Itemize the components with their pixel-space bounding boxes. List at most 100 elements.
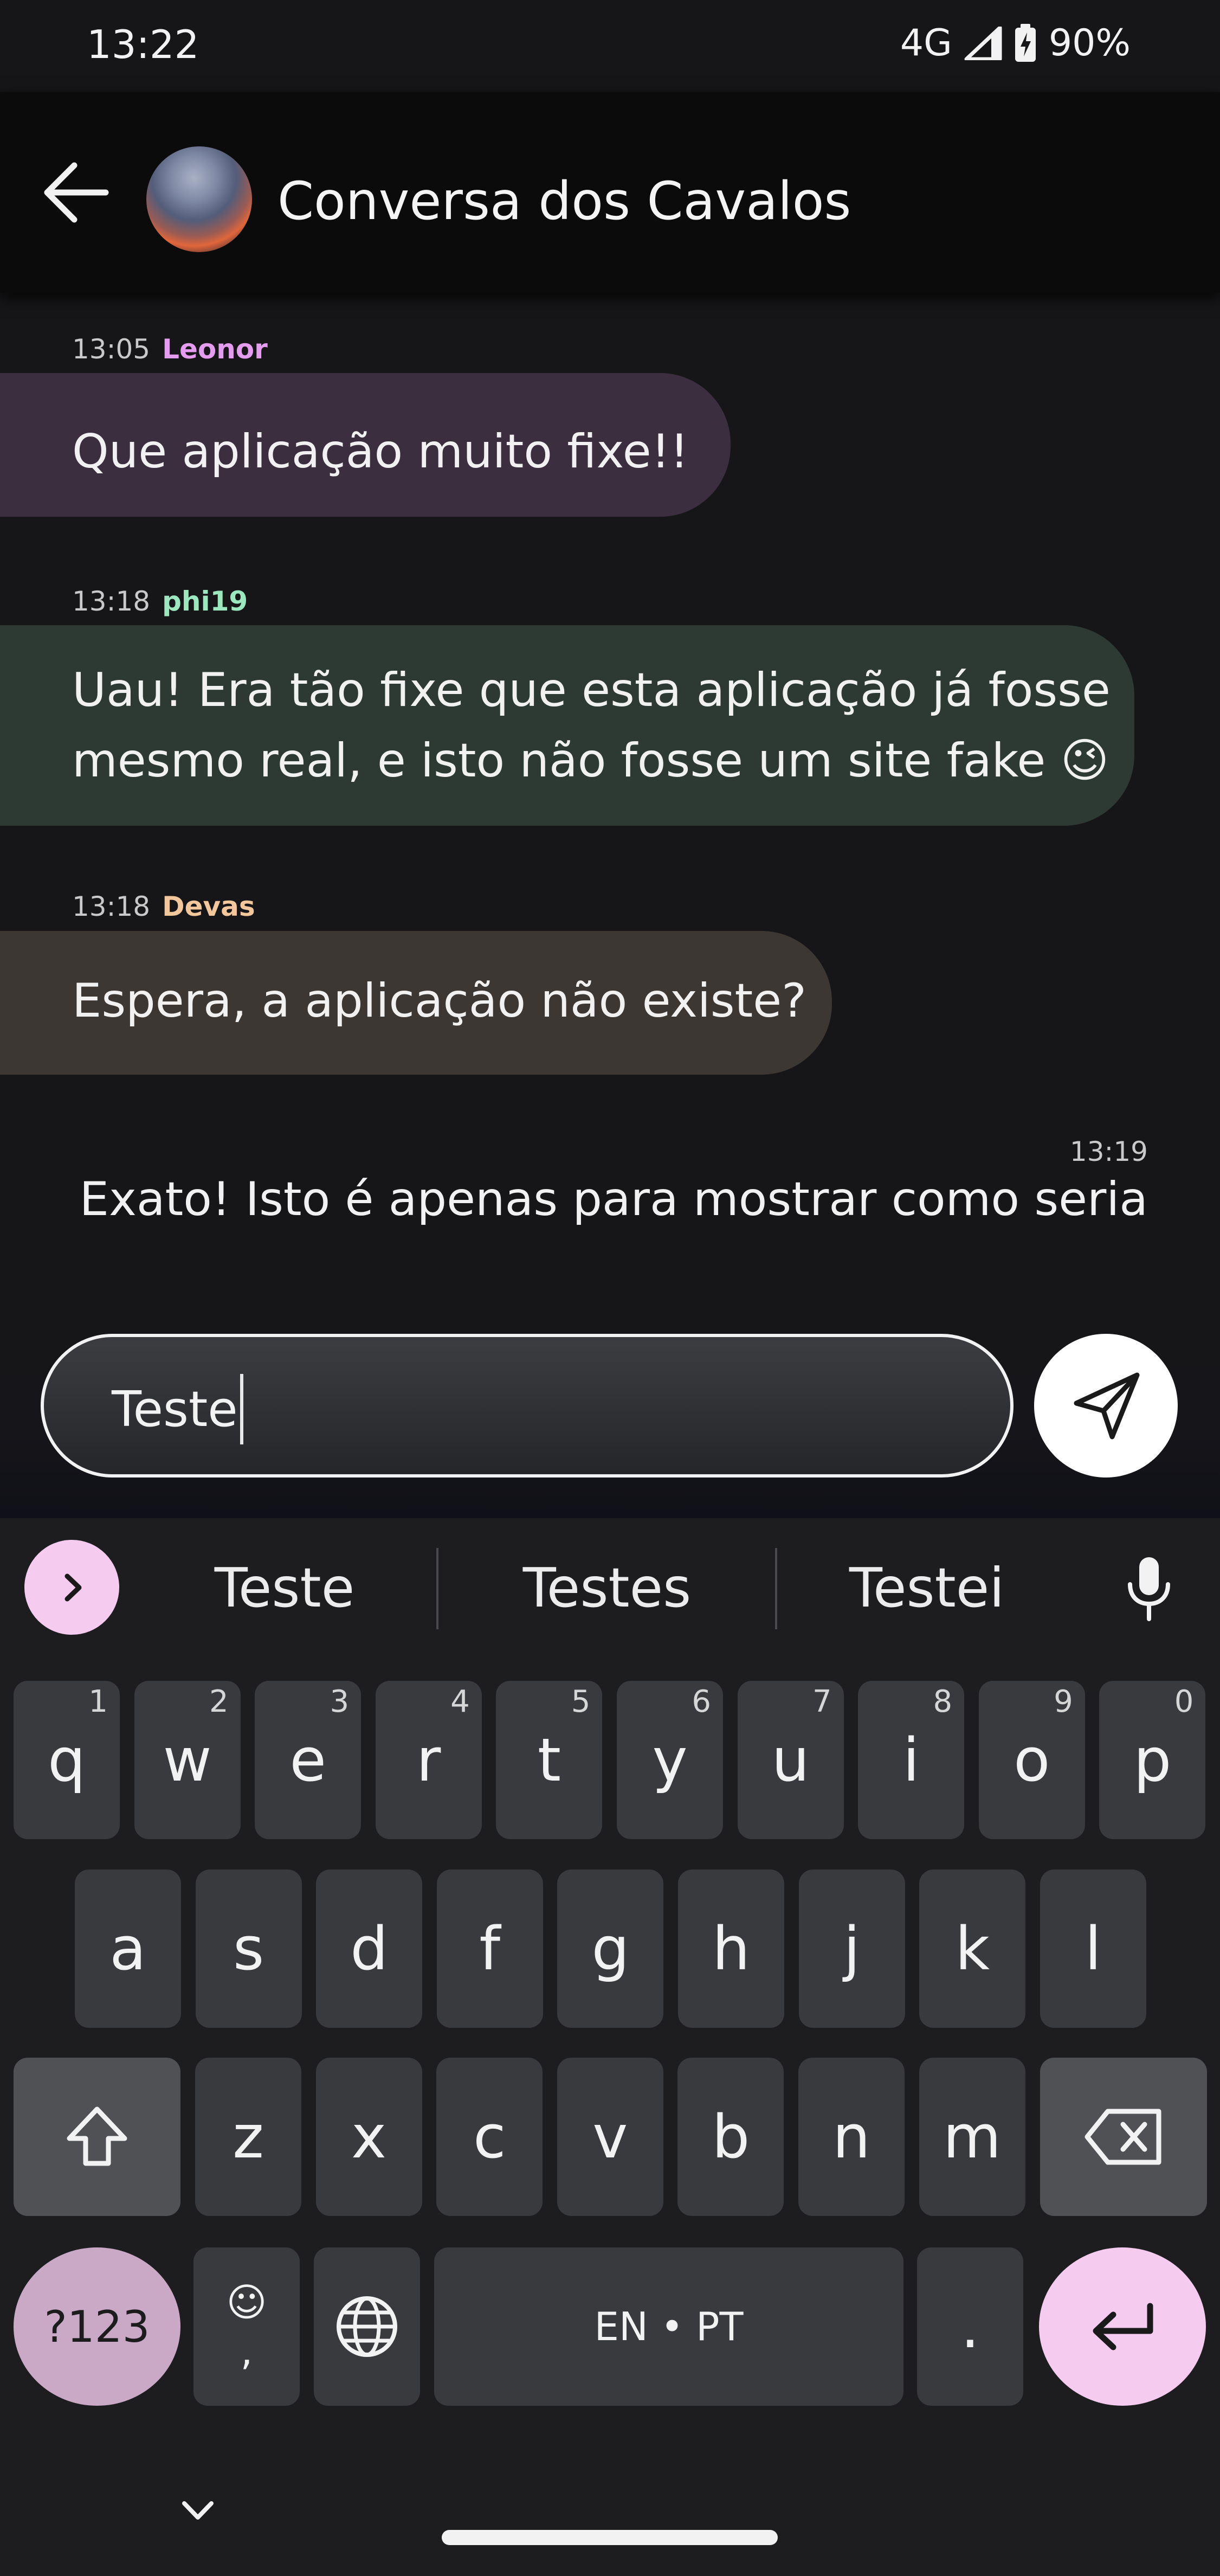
- send-button[interactable]: [1034, 1334, 1178, 1477]
- message-bubble[interactable]: Que aplicação muito fixe!!: [0, 373, 731, 517]
- key-label: o: [1014, 1725, 1050, 1795]
- key-d[interactable]: d: [316, 1870, 423, 2028]
- suggestion-strip: Teste Testes Testei: [0, 1518, 1220, 1659]
- message-bubble[interactable]: Espera, a aplicação não existe?: [0, 931, 832, 1075]
- emoji-icon: ☺: [226, 2279, 267, 2325]
- message-text: mesmo real, e isto não fosse um site fak…: [72, 734, 1109, 788]
- emoji-comma-key[interactable]: ☺ ,: [193, 2247, 300, 2406]
- symbols-key[interactable]: ?123: [14, 2247, 180, 2406]
- key-x[interactable]: x: [315, 2058, 422, 2216]
- key-number-hint: 3: [330, 1684, 350, 1719]
- expand-toolbar-button[interactable]: [24, 1540, 119, 1635]
- key-s[interactable]: s: [195, 1870, 302, 2028]
- key-m[interactable]: m: [919, 2058, 1025, 2216]
- key-label: r: [416, 1725, 441, 1795]
- message-meta: 13:18 phi19: [72, 586, 248, 617]
- key-r[interactable]: 4r: [375, 1681, 482, 1839]
- suggestion-1[interactable]: Teste: [179, 1556, 390, 1620]
- message-input[interactable]: Teste: [41, 1334, 1014, 1477]
- key-k[interactable]: k: [919, 1870, 1026, 2028]
- avatar[interactable]: [146, 146, 252, 252]
- shift-key[interactable]: [14, 2058, 180, 2216]
- text-caret: [240, 1374, 243, 1444]
- status-bar: 13:22 4G 90%: [0, 0, 1220, 92]
- back-button[interactable]: [33, 155, 119, 230]
- key-g[interactable]: g: [557, 1870, 664, 2028]
- key-label: e: [289, 1725, 327, 1795]
- key-number-hint: 7: [812, 1684, 832, 1719]
- status-time: 13:22: [87, 22, 199, 67]
- key-label: w: [163, 1725, 212, 1795]
- gesture-home-bar[interactable]: [442, 2530, 778, 2545]
- period-key[interactable]: .: [917, 2247, 1023, 2406]
- message-meta: 13:18 Devas: [72, 891, 255, 922]
- enter-key[interactable]: [1039, 2247, 1206, 2406]
- return-arrow-icon: [1093, 2303, 1153, 2350]
- message-sender: Leonor: [162, 333, 268, 365]
- key-number-hint: 9: [1054, 1684, 1073, 1719]
- own-message-text[interactable]: Exato! Isto é apenas para mostrar como s…: [80, 1172, 1148, 1226]
- key-h[interactable]: h: [678, 1870, 784, 2028]
- message-time: 13:18: [72, 891, 151, 922]
- battery-percent: 90%: [1048, 22, 1131, 65]
- network-type: 4G: [900, 22, 952, 65]
- shift-arrow-icon: [67, 2106, 127, 2166]
- key-label: y: [652, 1725, 688, 1795]
- key-number-hint: 6: [692, 1684, 711, 1719]
- comma-label: ,: [240, 2328, 253, 2374]
- suggestion-divider: [775, 1548, 777, 1629]
- suggestion-2[interactable]: Testes: [501, 1556, 713, 1620]
- soft-keyboard: Teste Testes Testei 1q2w3e4r5t6y7u8i9o0p…: [0, 1518, 1220, 2576]
- key-c[interactable]: c: [436, 2058, 543, 2216]
- key-number-hint: 0: [1174, 1684, 1194, 1719]
- message-bubble[interactable]: Uau! Era tão fixe que esta aplicação já …: [0, 625, 1134, 826]
- suggestion-3[interactable]: Testei: [821, 1556, 1032, 1620]
- key-label: t: [537, 1725, 561, 1795]
- message-meta: 13:05 Leonor: [72, 333, 268, 365]
- key-p[interactable]: 0p: [1099, 1681, 1206, 1839]
- key-number-hint: 8: [933, 1684, 953, 1719]
- key-q[interactable]: 1q: [14, 1681, 120, 1839]
- key-number-hint: 2: [209, 1684, 229, 1719]
- key-u[interactable]: 7u: [737, 1681, 844, 1839]
- key-label: q: [48, 1725, 86, 1795]
- backspace-icon: [1085, 2109, 1161, 2165]
- key-t[interactable]: 5t: [496, 1681, 603, 1839]
- key-v[interactable]: v: [557, 2058, 663, 2216]
- message-text: Uau! Era tão fixe que esta aplicação já …: [72, 663, 1111, 717]
- key-label: i: [902, 1725, 920, 1795]
- language-switch-key[interactable]: [314, 2247, 420, 2406]
- key-label: p: [1133, 1725, 1172, 1795]
- microphone-icon: [1128, 1557, 1170, 1621]
- key-w[interactable]: 2w: [134, 1681, 241, 1839]
- message-text: Que aplicação muito fixe!!: [72, 425, 689, 479]
- key-e[interactable]: 3e: [255, 1681, 362, 1839]
- globe-icon: [337, 2296, 397, 2357]
- key-o[interactable]: 9o: [978, 1681, 1085, 1839]
- key-z[interactable]: z: [195, 2058, 301, 2216]
- chevron-down-icon: [182, 2501, 214, 2520]
- key-b[interactable]: b: [677, 2058, 784, 2216]
- own-message-time: 13:19: [1069, 1136, 1148, 1167]
- send-icon: [1074, 1372, 1139, 1439]
- backspace-key[interactable]: [1040, 2058, 1207, 2216]
- chat-title: Conversa dos Cavalos: [277, 171, 851, 232]
- battery-charging-icon: [1014, 23, 1037, 63]
- key-j[interactable]: j: [798, 1870, 905, 2028]
- message-time: 13:18: [72, 586, 151, 617]
- key-label: u: [771, 1725, 810, 1795]
- key-f[interactable]: f: [436, 1870, 543, 2028]
- key-y[interactable]: 6y: [617, 1681, 723, 1839]
- key-i[interactable]: 8i: [858, 1681, 965, 1839]
- key-a[interactable]: a: [75, 1870, 181, 2028]
- message-list[interactable]: 13:05 Leonor Que aplicação muito fixe!! 1…: [0, 293, 1220, 1290]
- hide-keyboard-button[interactable]: [168, 2483, 228, 2538]
- key-l[interactable]: l: [1040, 1870, 1146, 2028]
- chat-header: Conversa dos Cavalos: [0, 92, 1220, 293]
- key-n[interactable]: n: [798, 2058, 905, 2216]
- voice-input-button[interactable]: [1111, 1551, 1187, 1627]
- chevron-right-icon: [64, 1573, 81, 1601]
- message-text: Espera, a aplicação não existe?: [72, 974, 806, 1028]
- space-key[interactable]: EN • PT: [434, 2247, 903, 2406]
- message-sender: phi19: [162, 586, 248, 617]
